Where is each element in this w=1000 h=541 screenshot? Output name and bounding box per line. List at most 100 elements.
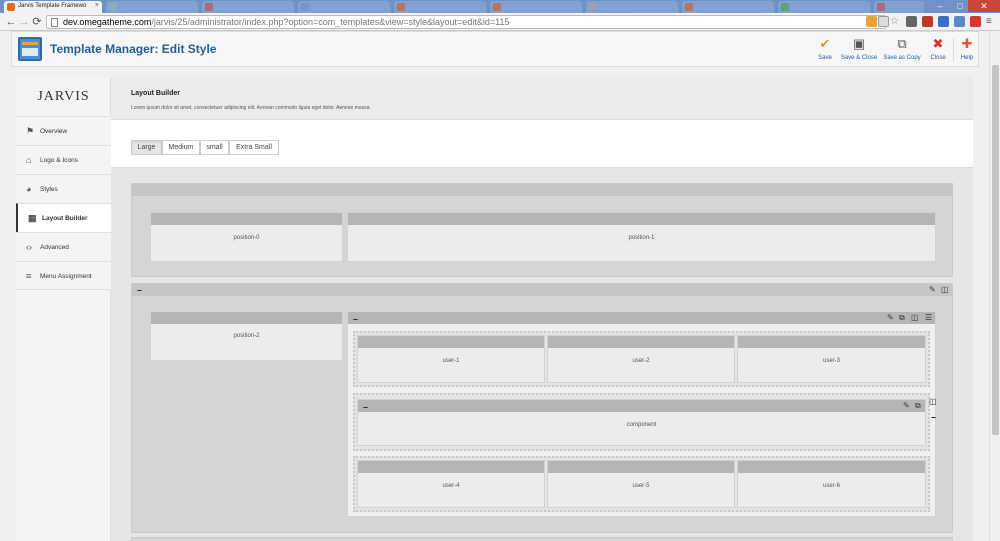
position-handle[interactable] bbox=[738, 336, 925, 348]
copy-icon[interactable]: ⧉ bbox=[915, 401, 921, 411]
row-handle[interactable] bbox=[132, 284, 952, 296]
position-block[interactable]: user-1 bbox=[357, 335, 545, 383]
url-input[interactable]: dev.omegatheme.com/jarvis/25/administrat… bbox=[46, 15, 886, 29]
sidebar-item-advanced[interactable]: ‹› Advanced bbox=[16, 232, 111, 261]
position-block[interactable]: user-6 bbox=[737, 460, 926, 508]
collapse-row-icon[interactable]: – bbox=[931, 413, 936, 422]
position-block[interactable]: position-0 bbox=[150, 212, 343, 262]
tab-large[interactable]: Large bbox=[131, 140, 162, 155]
collapse-row-icon[interactable]: – bbox=[137, 286, 142, 295]
browser-tab[interactable] bbox=[586, 1, 678, 13]
edit-pencil-icon[interactable]: ✎ bbox=[887, 313, 894, 323]
back-arrow-icon[interactable]: ← bbox=[4, 15, 18, 29]
menu-icon[interactable]: ≡ bbox=[986, 16, 997, 27]
help-button[interactable]: ✚ Help bbox=[956, 36, 978, 64]
sidebar-item-logo-icons[interactable]: ⌂ Logo & Icons bbox=[16, 145, 111, 174]
browser-tab[interactable] bbox=[682, 1, 774, 13]
extension-icon[interactable] bbox=[866, 16, 877, 27]
position-handle[interactable] bbox=[548, 461, 734, 473]
layout-row bbox=[131, 537, 953, 541]
browser-tab[interactable] bbox=[874, 1, 924, 13]
row-handle[interactable] bbox=[132, 184, 952, 196]
position-handle[interactable] bbox=[151, 213, 342, 225]
copy-icon: ⧉ bbox=[897, 36, 907, 51]
sidebar-item-styles[interactable]: ◕ Styles bbox=[16, 174, 111, 203]
position-label: user-6 bbox=[822, 483, 840, 489]
forward-arrow-icon[interactable]: → bbox=[17, 15, 31, 29]
columns-icon[interactable]: ◫ bbox=[911, 313, 919, 323]
browser-tab[interactable] bbox=[298, 1, 390, 13]
window-close-icon[interactable]: ✕ bbox=[968, 0, 1000, 12]
extension-icon[interactable] bbox=[954, 16, 965, 27]
tab-close-icon[interactable]: × bbox=[95, 2, 99, 9]
tab-medium[interactable]: Medium bbox=[162, 140, 200, 155]
tab-title: Jarvis Template Framewo bbox=[18, 3, 87, 9]
copy-icon[interactable]: ⧉ bbox=[899, 313, 905, 323]
favicon-icon bbox=[877, 3, 885, 11]
position-handle[interactable] bbox=[151, 312, 342, 324]
close-button[interactable]: ✖ Close bbox=[926, 36, 950, 64]
favicon-icon bbox=[205, 3, 213, 11]
position-label: position-0 bbox=[233, 235, 260, 241]
collapse-column-icon[interactable]: – bbox=[353, 315, 358, 324]
page-icon bbox=[51, 18, 58, 27]
extension-icon[interactable] bbox=[922, 16, 933, 27]
position-handle[interactable] bbox=[358, 336, 544, 348]
position-block[interactable]: position-2 bbox=[150, 311, 343, 361]
position-handle[interactable] bbox=[348, 213, 935, 225]
scrollbar-thumb[interactable] bbox=[992, 65, 999, 435]
position-block[interactable]: user-5 bbox=[547, 460, 735, 508]
tab-small[interactable]: small bbox=[200, 140, 229, 155]
position-handle[interactable] bbox=[358, 461, 544, 473]
extension-icon[interactable] bbox=[938, 16, 949, 27]
window-maximize-icon[interactable]: □ bbox=[950, 0, 970, 12]
browser-tab[interactable] bbox=[394, 1, 486, 13]
rows-icon[interactable]: ☰ bbox=[925, 313, 932, 323]
position-block[interactable]: position-1 bbox=[347, 212, 936, 262]
browser-tab[interactable] bbox=[490, 1, 582, 13]
position-block[interactable]: user-4 bbox=[357, 460, 545, 508]
sidebar-item-overview[interactable]: ⚑ Overview bbox=[16, 116, 111, 145]
save-close-button[interactable]: ▣ Save & Close bbox=[838, 36, 880, 64]
edit-pencil-icon[interactable]: ✎ bbox=[929, 285, 936, 295]
section-description: Lorem ipsum dolor sit amet, consectetuer… bbox=[131, 105, 371, 111]
sidebar-item-menu-assignment[interactable]: ≡ Menu Assignment bbox=[16, 261, 111, 290]
jarvis-sidebar: JARVIS ⚑ Overview ⌂ Logo & Icons ◕ Style… bbox=[16, 77, 117, 541]
save-as-copy-button[interactable]: ⧉ Save as Copy bbox=[882, 36, 922, 64]
browser-tab[interactable] bbox=[778, 1, 870, 13]
columns-icon[interactable]: ◫ bbox=[941, 285, 949, 295]
position-block[interactable]: user-3 bbox=[737, 335, 926, 383]
page-title: Template Manager: Edit Style bbox=[50, 42, 217, 56]
position-block[interactable]: user-2 bbox=[547, 335, 735, 383]
extension-icon[interactable] bbox=[970, 16, 981, 27]
device-tabs: Large Medium small Extra Small bbox=[111, 120, 973, 168]
sidebar-item-layout-builder[interactable]: ▦ Layout Builder bbox=[16, 203, 117, 232]
columns-icon[interactable]: ◫ bbox=[929, 397, 937, 407]
collapse-column-icon[interactable]: – bbox=[363, 403, 368, 412]
save-button[interactable]: ✔ Save bbox=[810, 36, 840, 64]
browser-tab[interactable] bbox=[106, 1, 198, 13]
position-label: user-4 bbox=[442, 483, 460, 489]
position-handle[interactable] bbox=[738, 461, 925, 473]
url-path: /jarvis/25/administrator/index.php?optio… bbox=[151, 17, 510, 27]
browser-tab-active[interactable]: Jarvis Template Framewo × bbox=[4, 1, 102, 13]
column-handle[interactable] bbox=[348, 312, 935, 324]
tab-extra-small[interactable]: Extra Small bbox=[229, 140, 279, 155]
edit-pencil-icon[interactable]: ✎ bbox=[903, 401, 910, 411]
reload-icon[interactable]: ⟳ bbox=[30, 15, 44, 29]
component-block[interactable]: – ✎ ⧉ component bbox=[357, 399, 926, 446]
sidebar-item-label: Styles bbox=[40, 186, 58, 193]
extension-icon[interactable] bbox=[906, 16, 917, 27]
page-scrollbar[interactable] bbox=[989, 31, 1000, 541]
close-circle-icon: ✖ bbox=[932, 36, 944, 51]
window-minimize-icon[interactable]: – bbox=[930, 0, 950, 12]
browser-tab[interactable] bbox=[202, 1, 294, 13]
position-handle[interactable] bbox=[358, 400, 925, 412]
jarvis-favicon-icon bbox=[7, 3, 15, 11]
bookmark-star-icon[interactable]: ☆ bbox=[890, 16, 901, 27]
browser-address-bar: ← → ⟳ dev.omegatheme.com/jarvis/25/admin… bbox=[0, 13, 1000, 31]
position-label: user-1 bbox=[442, 358, 460, 364]
extension-icon[interactable] bbox=[878, 16, 889, 27]
position-handle[interactable] bbox=[548, 336, 734, 348]
layout-subrow: user-4 user-5 user-6 bbox=[353, 456, 930, 512]
